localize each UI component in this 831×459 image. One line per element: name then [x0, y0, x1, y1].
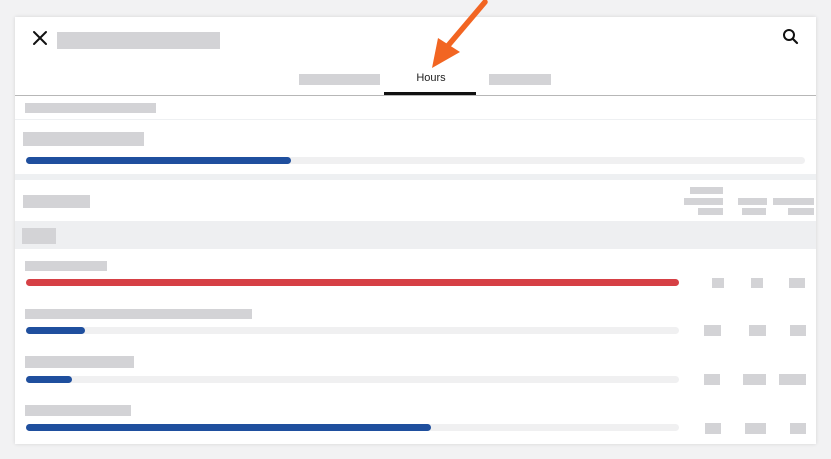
divider: [15, 119, 816, 120]
column-header-name: [23, 195, 90, 208]
row-value: [712, 278, 724, 288]
row-progress-fill: [26, 327, 85, 334]
column-header-budget: [698, 208, 723, 215]
row-label: [25, 405, 131, 416]
hours-panel: Hours: [15, 17, 816, 444]
row-value: [705, 423, 721, 434]
arrow-icon: [432, 0, 488, 68]
row-label: [25, 261, 107, 271]
row-progress-fill: [26, 424, 431, 431]
page: Hours: [0, 0, 831, 459]
tab-first[interactable]: [299, 74, 380, 85]
row-progress-fill: [26, 279, 679, 286]
row-value: [779, 374, 806, 385]
column-header-remaining: [788, 208, 814, 215]
row-value: [751, 278, 763, 288]
panel-title: [57, 32, 220, 49]
row-progress-track: [26, 279, 679, 286]
row-value: [745, 423, 766, 434]
column-header-remaining: [773, 198, 814, 205]
column-header-budget: [690, 187, 723, 194]
summary-label: [23, 132, 144, 146]
row-progress-track: [26, 424, 679, 431]
column-header-used: [738, 198, 767, 205]
search-button[interactable]: [781, 27, 801, 47]
row-progress-track: [26, 327, 679, 334]
row-value: [790, 325, 806, 336]
group-label: [22, 228, 56, 244]
row-label: [25, 356, 134, 368]
row-value: [704, 374, 720, 385]
row-progress-track: [26, 376, 679, 383]
row-value: [749, 325, 766, 336]
close-button[interactable]: [29, 27, 51, 49]
search-icon: [783, 29, 799, 45]
section-heading: [25, 103, 156, 113]
summary-progress-fill: [26, 157, 291, 164]
summary-progress-track: [26, 157, 805, 164]
row-value: [743, 374, 766, 385]
section-gap: [15, 174, 816, 180]
row-label: [25, 309, 252, 319]
group-header: [15, 221, 816, 249]
row-progress-fill: [26, 376, 72, 383]
row-value: [704, 325, 721, 336]
row-value: [790, 423, 806, 434]
column-header-budget: [684, 198, 723, 205]
column-header-used: [742, 208, 766, 215]
panel-header: Hours: [15, 17, 816, 96]
active-tab-indicator: [384, 92, 476, 95]
close-icon: [33, 31, 47, 45]
row-value: [789, 278, 805, 288]
